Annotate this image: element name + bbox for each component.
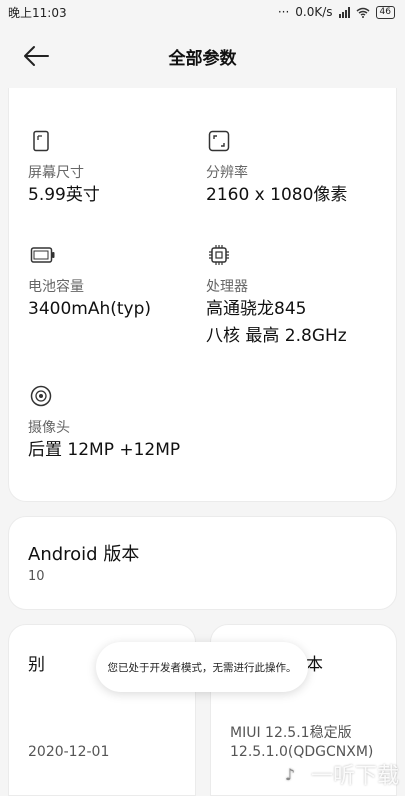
- spec-label-camera: 摄像头: [28, 420, 70, 436]
- spec-value-processor-cores: 八核 最高 2.8GHz: [206, 326, 347, 346]
- spec-value-processor: 高通骁龙845: [206, 299, 307, 319]
- security-patch-value: 2020-12-01: [28, 744, 110, 760]
- status-indicators: ··· 0.0K/s 46: [278, 5, 395, 19]
- spec-value-battery: 3400mAh(typ): [28, 299, 152, 319]
- status-bar: 晚上11:03 ··· 0.0K/s 46: [0, 0, 405, 24]
- header: 全部参数: [0, 30, 405, 82]
- security-patch-label: 别: [28, 655, 45, 675]
- spec-value-resolution: 2160 x 1080像素: [206, 185, 348, 205]
- signal-icon: [338, 6, 350, 18]
- android-version-title: Android 版本: [28, 544, 140, 565]
- spec-label-resolution: 分辨率: [206, 165, 248, 181]
- watermark-logo-icon: ♪: [274, 759, 305, 789]
- screen-icon: [33, 130, 49, 152]
- resolution-icon: [208, 130, 230, 152]
- watermark-text: 一听下载: [310, 764, 399, 789]
- network-speed: 0.0K/s: [295, 5, 333, 19]
- miui-version-label: 本: [306, 655, 323, 675]
- android-version-value: 10: [28, 569, 45, 584]
- developer-mode-toast: 您已处于开发者模式，无需进行此操作。: [96, 642, 308, 692]
- spec-label-screen: 屏幕尺寸: [28, 165, 84, 181]
- spec-value-screen: 5.99英寸: [28, 185, 100, 205]
- miui-version-value: MIUI 12.5.1稳定版: [230, 725, 352, 741]
- processor-icon: [209, 245, 229, 265]
- arrow-left-icon[interactable]: [22, 44, 50, 68]
- page-title: 全部参数: [168, 48, 237, 69]
- spec-label-processor: 处理器: [206, 279, 248, 295]
- battery-indicator: 46: [375, 5, 395, 19]
- status-time: 晚上11:03: [8, 5, 67, 20]
- dots-indicator: ···: [277, 5, 290, 19]
- battery-icon: [30, 247, 55, 263]
- spec-label-battery: 电池容量: [28, 279, 84, 295]
- camera-icon: [30, 385, 52, 407]
- watermark: ♪ 一听下载: [274, 758, 399, 790]
- wifi-icon: [356, 7, 370, 18]
- spec-value-camera: 后置 12MP +12MP: [28, 440, 181, 460]
